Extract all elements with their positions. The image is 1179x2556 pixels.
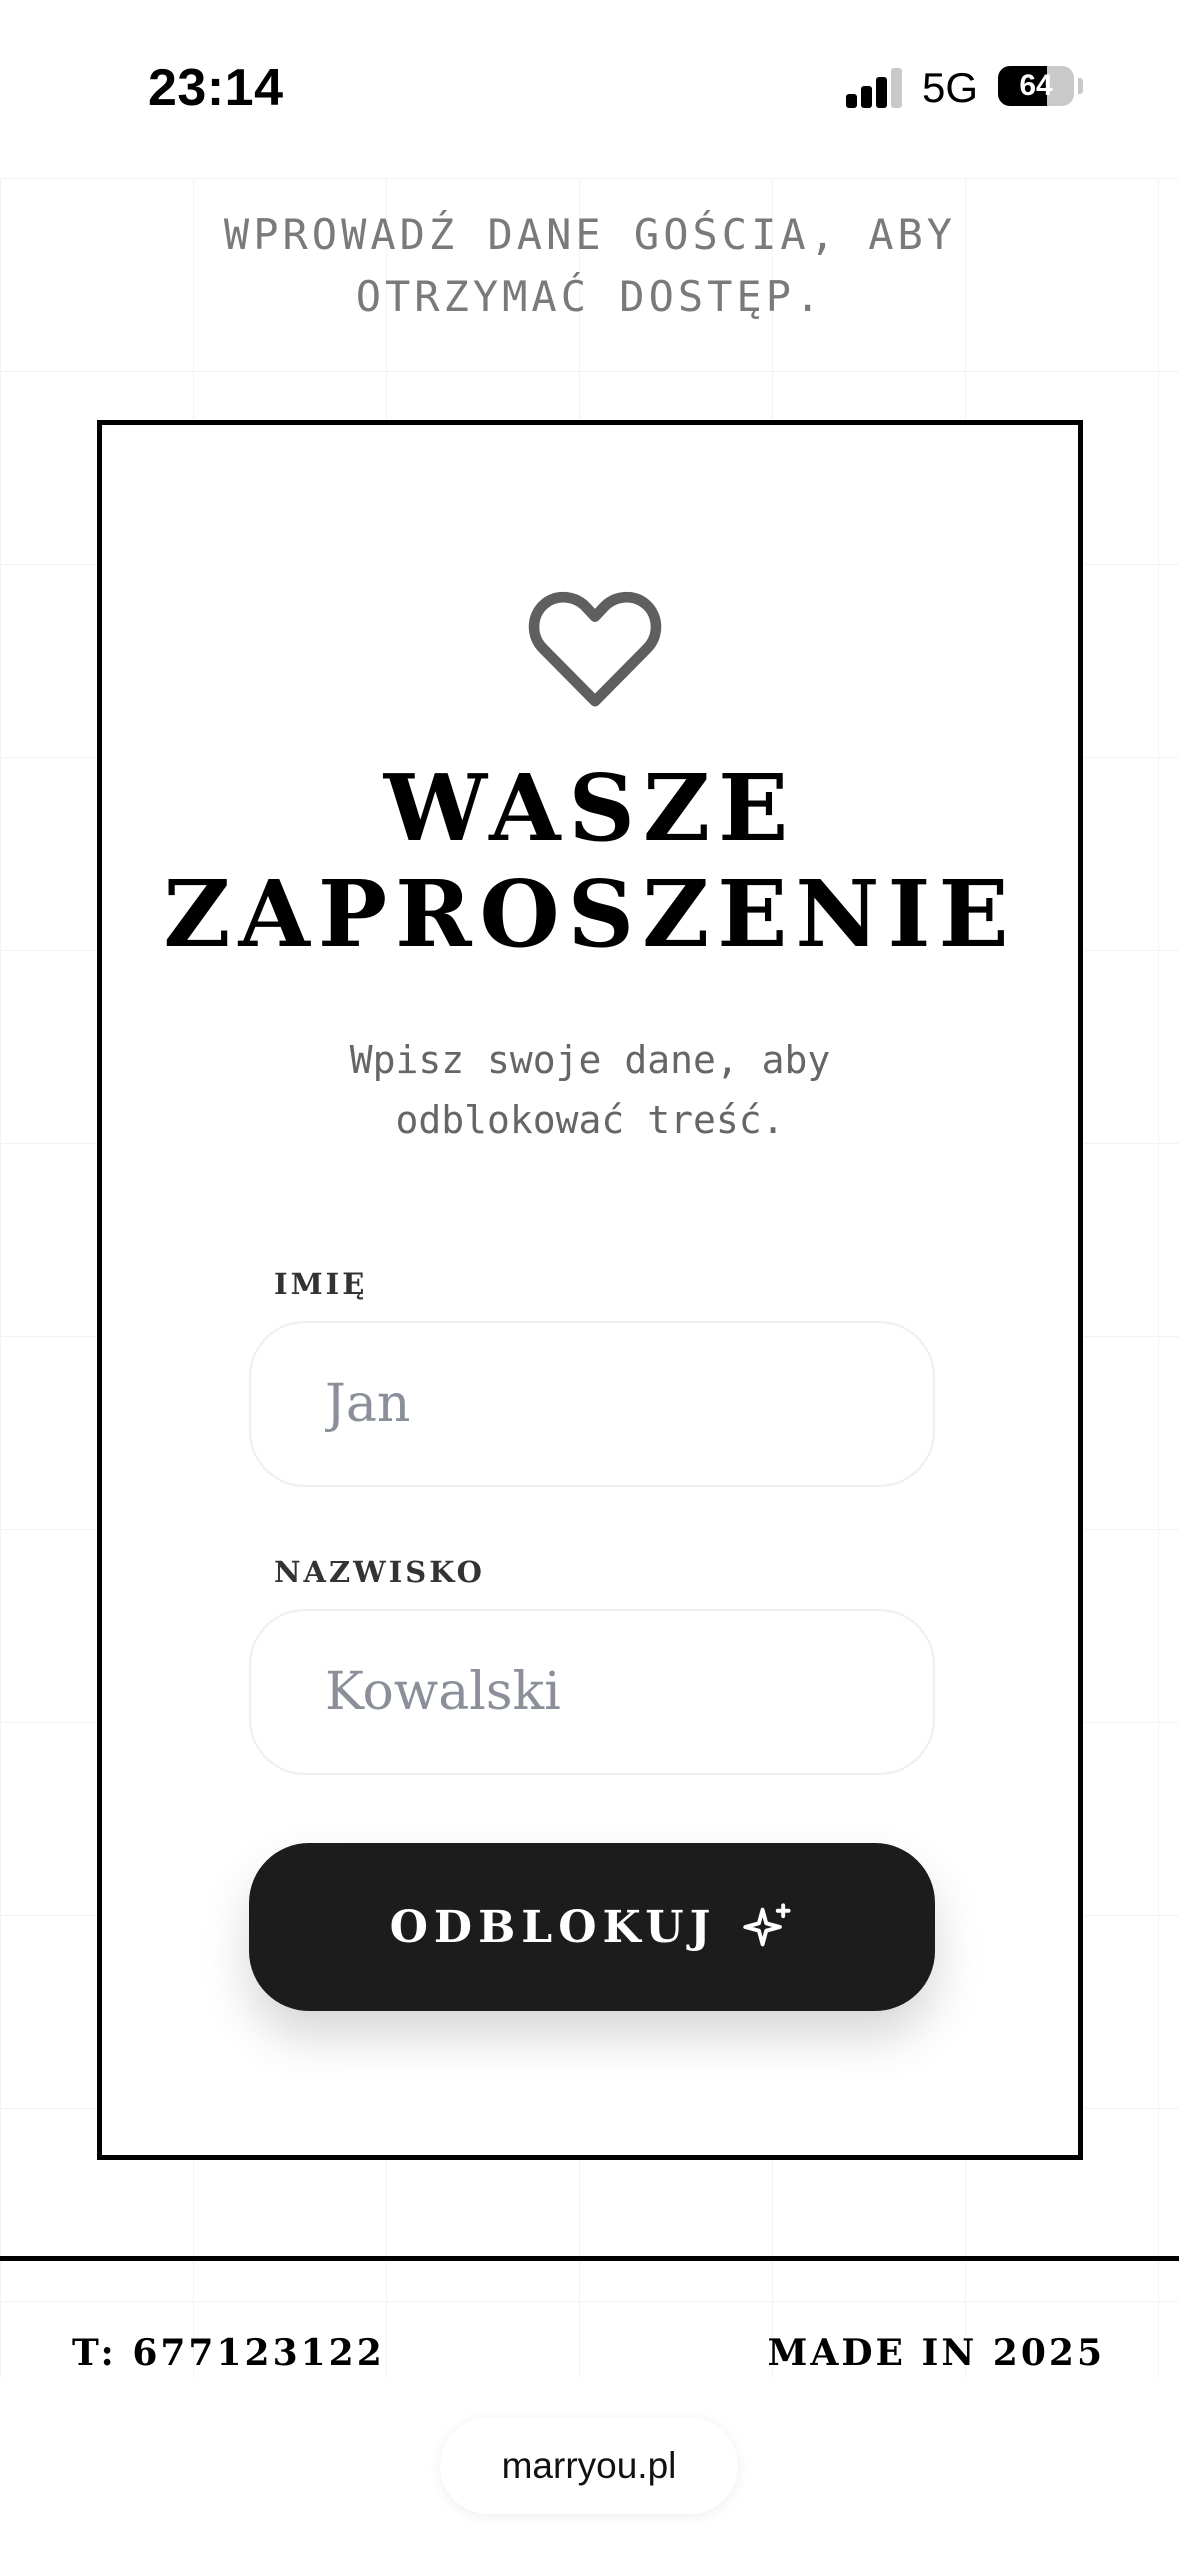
first-name-label: IMIĘ bbox=[274, 1267, 368, 1301]
first-name-input[interactable] bbox=[251, 1323, 933, 1485]
access-instruction: WPROWADŹ DANE GOŚCIA, ABY OTRZYMAĆ DOSTĘ… bbox=[223, 210, 957, 321]
subtitle: Wpisz swoje dane, aby odblokować treść. bbox=[349, 1038, 831, 1142]
heart-icon bbox=[528, 592, 662, 707]
network-type: 5G bbox=[922, 64, 979, 111]
status-time: 23:14 bbox=[148, 59, 284, 117]
last-name-label: NAZWISKO bbox=[274, 1555, 485, 1589]
invitation-card: WASZE ZAPROSZENIE Wpisz swoje dane, aby … bbox=[97, 420, 1083, 2160]
status-bar: 23:14 5G 64 bbox=[0, 0, 1179, 178]
last-name-input[interactable] bbox=[251, 1611, 933, 1773]
title-line-2: ZAPROSZENIE bbox=[163, 860, 1017, 968]
battery-icon: 64 bbox=[998, 66, 1074, 106]
first-name-field bbox=[249, 1321, 935, 1487]
sparkle-icon bbox=[743, 1903, 791, 1947]
battery-level: 64 bbox=[1019, 69, 1053, 102]
page-title: WASZE ZAPROSZENIE bbox=[102, 755, 1078, 967]
cellular-signal-icon bbox=[846, 66, 904, 108]
footer-phone[interactable]: T: 677123122 bbox=[72, 2332, 385, 2374]
unlock-button[interactable]: ODBLOKUJ bbox=[249, 1843, 935, 2011]
footer-made-in: MADE IN 2025 bbox=[767, 2332, 1105, 2374]
unlock-button-label: ODBLOKUJ bbox=[389, 1901, 717, 1953]
last-name-field bbox=[249, 1609, 935, 1775]
battery-tip bbox=[1078, 78, 1083, 94]
title-line-1: WASZE bbox=[383, 754, 797, 862]
footer-divider bbox=[0, 2256, 1179, 2261]
browser-url-bar[interactable]: marryou.pl bbox=[440, 2418, 738, 2514]
